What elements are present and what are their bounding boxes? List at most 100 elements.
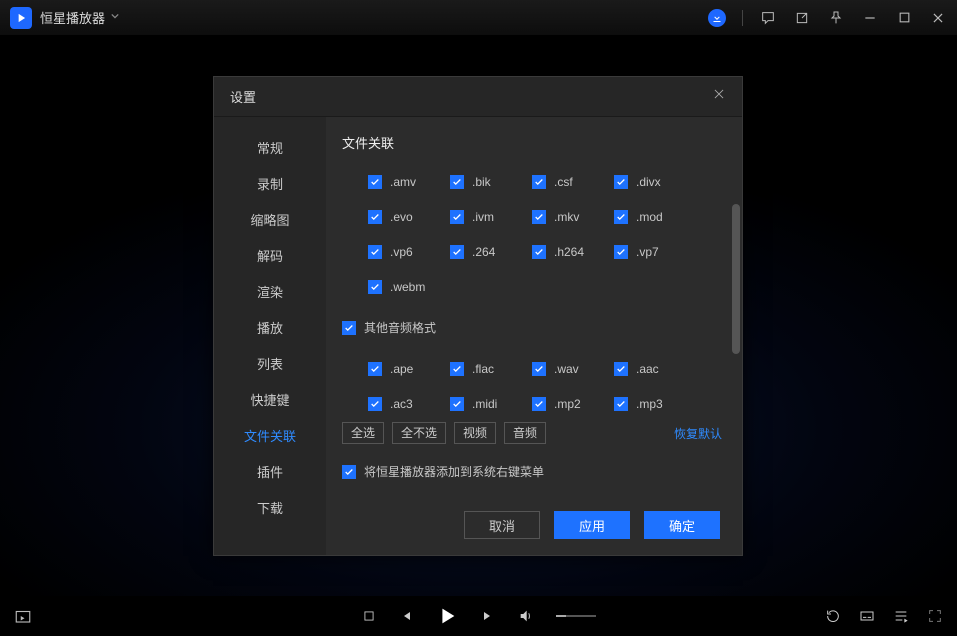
- checkbox-midi[interactable]: .midi: [450, 386, 532, 416]
- apply-button[interactable]: 应用: [554, 511, 630, 539]
- check-icon: [614, 175, 628, 189]
- bottom-bar: [0, 596, 957, 636]
- app-menu-caret-icon[interactable]: [111, 12, 119, 23]
- sidebar-item-thumbnail[interactable]: 缩略图: [214, 201, 326, 237]
- scrollbar-track[interactable]: [732, 164, 740, 416]
- sidebar-item-file-assoc[interactable]: 文件关联: [214, 417, 326, 453]
- sidebar-item-record[interactable]: 录制: [214, 165, 326, 201]
- checkbox-label: .evo: [390, 210, 413, 224]
- ok-button[interactable]: 确定: [644, 511, 720, 539]
- check-icon: [614, 210, 628, 224]
- sidebar-item-hotkeys[interactable]: 快捷键: [214, 381, 326, 417]
- select-audio-button[interactable]: 音频: [504, 422, 546, 444]
- open-file-icon[interactable]: [14, 607, 32, 625]
- checkbox-label: .h264: [554, 245, 584, 259]
- stop-icon[interactable]: [362, 609, 376, 623]
- maximize-icon[interactable]: [895, 9, 913, 27]
- checkbox-ape[interactable]: .ape: [368, 351, 450, 386]
- checkbox-webm[interactable]: .webm: [368, 269, 450, 304]
- minimize-icon[interactable]: [861, 9, 879, 27]
- select-all-button[interactable]: 全选: [342, 422, 384, 444]
- checkbox-label: .mkv: [554, 210, 579, 224]
- close-icon[interactable]: [929, 9, 947, 27]
- app-logo-icon: [10, 7, 32, 29]
- dialog-header: 设置: [214, 77, 742, 117]
- checkbox-csf[interactable]: .csf: [532, 164, 614, 199]
- play-icon[interactable]: [436, 605, 458, 627]
- sidebar-item-plugins[interactable]: 插件: [214, 453, 326, 489]
- rotate-icon[interactable]: [825, 608, 841, 624]
- checkbox-label: .webm: [390, 280, 425, 294]
- checkbox-aac[interactable]: .aac: [614, 351, 696, 386]
- settings-dialog: 设置 常规 录制 缩略图 解码 渲染 播放 列表 快捷键 文件关联 插件 下载 …: [213, 76, 743, 556]
- feedback-icon[interactable]: [759, 9, 777, 27]
- select-none-button[interactable]: 全不选: [392, 422, 446, 444]
- dialog-close-icon[interactable]: [712, 87, 726, 106]
- checkbox-264[interactable]: .264: [450, 234, 532, 269]
- fullscreen-icon[interactable]: [927, 608, 943, 624]
- checkbox-audio-group[interactable]: 其他音频格式: [342, 310, 728, 345]
- title-bar: 恒星播放器: [0, 0, 957, 36]
- playlist-icon[interactable]: [893, 608, 909, 624]
- download-manager-icon[interactable]: [708, 9, 726, 27]
- check-icon: [450, 397, 464, 411]
- checkbox-label: .ape: [390, 362, 413, 376]
- checkbox-divx[interactable]: .divx: [614, 164, 696, 199]
- checkbox-mkv[interactable]: .mkv: [532, 199, 614, 234]
- sidebar-item-decode[interactable]: 解码: [214, 237, 326, 273]
- volume-icon[interactable]: [518, 608, 534, 624]
- check-icon: [368, 362, 382, 376]
- pin-icon[interactable]: [827, 9, 845, 27]
- checkbox-label: .ivm: [472, 210, 494, 224]
- check-icon: [614, 245, 628, 259]
- sidebar-item-render[interactable]: 渲染: [214, 273, 326, 309]
- checkbox-label: .aac: [636, 362, 659, 376]
- checkbox-label: .wav: [554, 362, 579, 376]
- checkbox-label: .midi: [472, 397, 497, 411]
- file-assoc-scroll: .amv.bik.csf .divx .evo .ivm .mkv .mod .vp6.…: [342, 164, 742, 416]
- checkbox-flac[interactable]: .flac: [450, 351, 532, 386]
- restore-default-link[interactable]: 恢复默认: [674, 425, 722, 442]
- checkbox-label: .mod: [636, 210, 663, 224]
- checkbox-label: .mp2: [554, 397, 581, 411]
- app-name: 恒星播放器: [40, 8, 105, 27]
- scrollbar-thumb[interactable]: [732, 204, 740, 354]
- checkbox-vp6[interactable]: .vp6: [368, 234, 450, 269]
- prev-icon[interactable]: [398, 608, 414, 624]
- checkbox-ac3[interactable]: .ac3: [368, 386, 450, 416]
- checkbox-add-context-menu[interactable]: 将恒星播放器添加到系统右键菜单: [342, 454, 544, 489]
- next-icon[interactable]: [480, 608, 496, 624]
- checkbox-mp2[interactable]: .mp2: [532, 386, 614, 416]
- cancel-button[interactable]: 取消: [464, 511, 540, 539]
- checkbox-ivm[interactable]: .ivm: [450, 199, 532, 234]
- checkbox-mod[interactable]: .mod: [614, 199, 696, 234]
- checkbox-label: .mp3: [636, 397, 663, 411]
- sidebar-item-list[interactable]: 列表: [214, 345, 326, 381]
- checkbox-label: 其他音频格式: [364, 319, 436, 336]
- select-video-button[interactable]: 视频: [454, 422, 496, 444]
- assoc-toolbar: 全选 全不选 视频 音频 恢复默认: [342, 416, 742, 444]
- sidebar-item-general[interactable]: 常规: [214, 129, 326, 165]
- checkbox-amv[interactable]: .amv: [368, 164, 450, 199]
- checkbox-bik[interactable]: .bik: [450, 164, 532, 199]
- checkbox-mp3[interactable]: .mp3: [614, 386, 696, 416]
- check-icon: [532, 210, 546, 224]
- sidebar-item-playback[interactable]: 播放: [214, 309, 326, 345]
- section-title: 文件关联: [342, 133, 742, 152]
- check-icon: [368, 280, 382, 294]
- checkbox-label: .flac: [472, 362, 494, 376]
- checkbox-evo[interactable]: .evo: [368, 199, 450, 234]
- pop-out-icon[interactable]: [793, 9, 811, 27]
- volume-slider[interactable]: [556, 615, 596, 617]
- separator: [742, 10, 743, 26]
- check-icon: [450, 362, 464, 376]
- checkbox-vp7[interactable]: .vp7: [614, 234, 696, 269]
- checkbox-label: .divx: [636, 175, 661, 189]
- settings-sidebar: 常规 录制 缩略图 解码 渲染 播放 列表 快捷键 文件关联 插件 下载: [214, 117, 326, 555]
- sidebar-item-download[interactable]: 下载: [214, 489, 326, 525]
- checkbox-h264[interactable]: .h264: [532, 234, 614, 269]
- subtitle-icon[interactable]: [859, 608, 875, 624]
- check-icon: [368, 245, 382, 259]
- checkbox-wav[interactable]: .wav: [532, 351, 614, 386]
- check-icon: [532, 245, 546, 259]
